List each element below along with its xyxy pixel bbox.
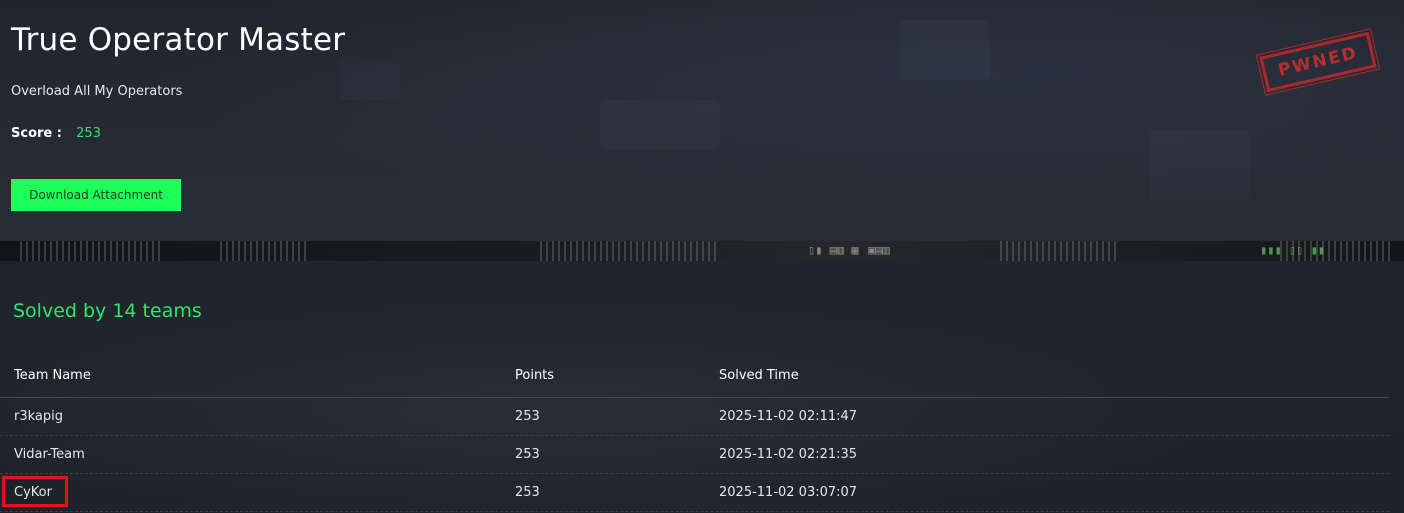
team-name-cell: r3kapig [14,409,63,424]
background-blur [600,100,720,150]
score-label: Score : [11,126,62,141]
highlight-box [2,476,68,507]
challenge-title: True Operator Master [11,22,346,58]
column-header-team-name: Team Name [14,367,91,383]
ticker-decoration: ▮▮▮ ▯▯ ▮▮ [1260,243,1326,257]
download-attachment-button[interactable]: Download Attachment [11,179,181,211]
ticker-decoration: ▣▤▥ [868,243,890,257]
solves-panel: Solved by 14 teams Team Name Points Solv… [0,261,1404,513]
table-row: r3kapig 253 2025-11-02 02:11:47 [0,398,1389,436]
solved-time-cell: 2025-11-02 02:21:35 [719,447,858,462]
challenge-page: True Operator Master Overload All My Ope… [0,0,1404,513]
challenge-panel: True Operator Master Overload All My Ope… [0,0,1404,241]
table-row: CyKor 253 2025-11-02 03:07:07 [0,474,1389,512]
team-name-cell: Vidar-Team [14,447,85,462]
score-row: Score : 253 [11,126,101,141]
solves-heading: Solved by 14 teams [13,300,202,322]
solves-table: Team Name Points Solved Time r3kapig 253… [0,353,1389,512]
points-cell: 253 [515,485,540,500]
decorative-ticker-strip: ▯▮ ▤▥ ▦ ▣▤▥ ▮▮▮ ▯▯ ▮▮ [0,241,1404,261]
points-cell: 253 [515,409,540,424]
points-cell: 253 [515,447,540,462]
ticker-decoration [20,241,160,261]
table-row: Vidar-Team 253 2025-11-02 02:21:35 [0,436,1389,474]
background-blur [900,20,990,80]
score-value: 253 [76,126,101,141]
ticker-decoration [540,241,720,261]
table-header: Team Name Points Solved Time [0,353,1389,398]
solved-time-cell: 2025-11-02 03:07:07 [719,485,858,500]
pwned-stamp-icon: PWNED [1256,26,1380,98]
ticker-decoration [1000,241,1120,261]
challenge-subtitle: Overload All My Operators [11,84,183,99]
solved-time-cell: 2025-11-02 02:11:47 [719,409,858,424]
column-header-points: Points [515,367,555,383]
background-blur [340,60,400,100]
column-header-solved-time: Solved Time [719,367,799,383]
ticker-decoration: ▯▮ ▤▥ ▦ [808,243,859,257]
background-blur [1150,130,1250,200]
ticker-decoration [220,241,310,261]
